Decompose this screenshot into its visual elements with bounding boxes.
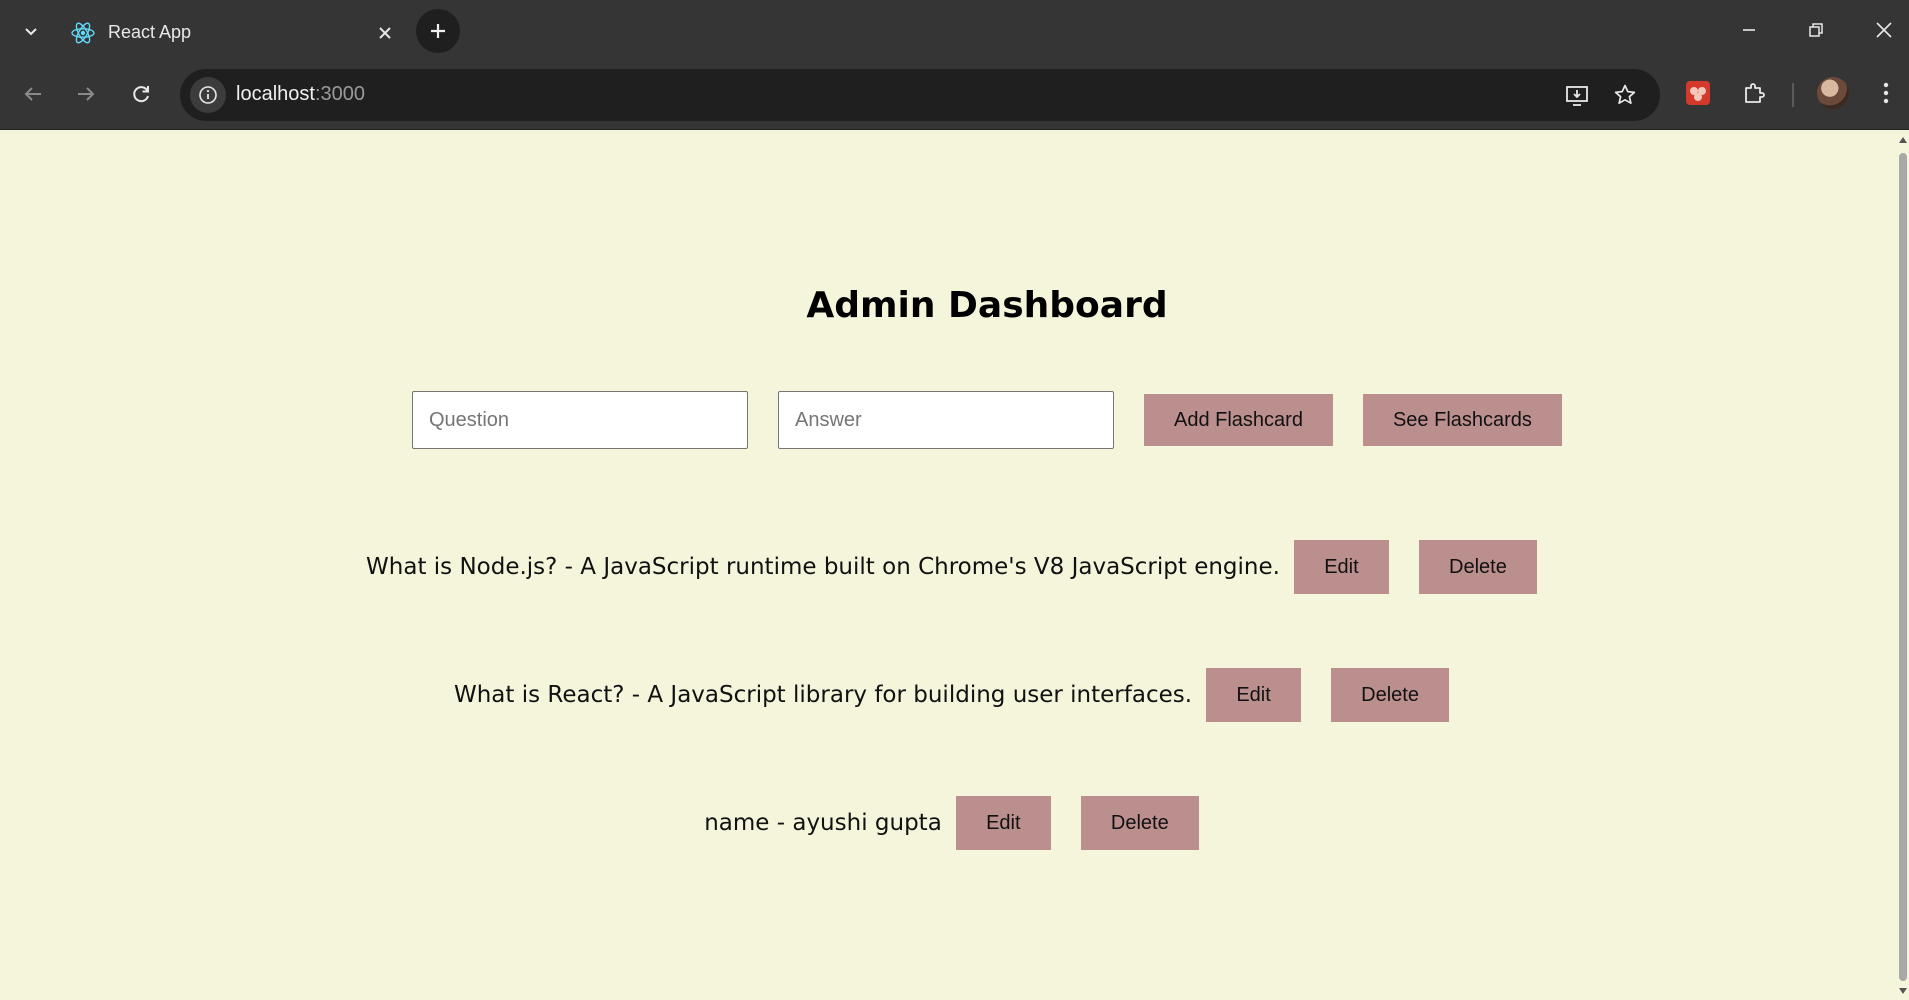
url-port: :3000	[314, 83, 365, 105]
flashcard-form: Add Flashcard See Flashcards	[412, 390, 1562, 450]
flashcard-text: What is React? - A JavaScript library fo…	[453, 682, 1193, 708]
tab-title: React App	[108, 22, 192, 42]
restore-icon[interactable]	[1786, 0, 1846, 60]
new-tab-plus-icon[interactable]	[416, 9, 460, 53]
delete-button[interactable]: Delete	[1418, 540, 1537, 594]
browser-tab-strip: React App	[0, 0, 1909, 61]
flashcard-row: name - ayushi gupta Edit Delete	[0, 796, 1897, 850]
window-close-icon[interactable]	[1854, 0, 1909, 60]
browser-tab[interactable]: React App	[58, 10, 408, 61]
forward-arrow-icon[interactable]	[65, 73, 107, 115]
scroll-down-arrow-icon[interactable]	[1899, 988, 1907, 994]
scrollbar-thumb[interactable]	[1899, 153, 1907, 981]
edit-button[interactable]: Edit	[1206, 668, 1302, 722]
react-logo-icon	[70, 20, 96, 46]
profile-avatar[interactable]	[1817, 77, 1849, 109]
scroll-up-arrow-icon[interactable]	[1899, 137, 1907, 143]
answer-input[interactable]	[778, 391, 1114, 449]
browser-menu-kebab-icon[interactable]	[1868, 75, 1904, 111]
url-host: localhost	[236, 83, 315, 105]
flashcard-text: What is Node.js? - A JavaScript runtime …	[366, 554, 1280, 580]
flashcard-row: What is Node.js? - A JavaScript runtime …	[0, 540, 1897, 594]
back-arrow-icon[interactable]	[12, 73, 54, 115]
reload-icon[interactable]	[120, 73, 162, 115]
add-flashcard-button[interactable]: Add Flashcard	[1144, 394, 1333, 446]
question-input[interactable]	[412, 391, 748, 449]
flashcard-text: name - ayushi gupta	[704, 810, 942, 836]
page-title: Admin Dashboard	[806, 285, 1168, 326]
vertical-scrollbar[interactable]	[1897, 131, 1909, 1000]
bookmark-star-icon[interactable]	[1609, 79, 1641, 111]
minimize-icon[interactable]	[1719, 0, 1779, 60]
install-app-icon[interactable]	[1561, 79, 1593, 111]
delete-button[interactable]: Delete	[1331, 668, 1450, 722]
toolbar-separator	[1792, 83, 1794, 107]
address-bar[interactable]: localhost:3000	[180, 69, 1660, 121]
extension-red-icon[interactable]	[1680, 75, 1716, 111]
edit-button[interactable]: Edit	[1293, 540, 1389, 594]
edit-button[interactable]: Edit	[955, 796, 1051, 850]
see-flashcards-button[interactable]: See Flashcards	[1362, 394, 1562, 446]
site-info-icon[interactable]	[190, 77, 226, 113]
tab-close-icon[interactable]	[370, 18, 400, 48]
flashcard-row: What is React? - A JavaScript library fo…	[0, 668, 1897, 722]
url-text: localhost:3000	[236, 83, 365, 106]
extensions-puzzle-icon[interactable]	[1736, 75, 1772, 111]
tab-search-chevron-icon[interactable]	[14, 14, 48, 48]
delete-button[interactable]: Delete	[1080, 796, 1199, 850]
page-viewport: Admin Dashboard Add Flashcard See Flashc…	[0, 131, 1897, 1000]
browser-toolbar: localhost:3000	[0, 61, 1909, 130]
